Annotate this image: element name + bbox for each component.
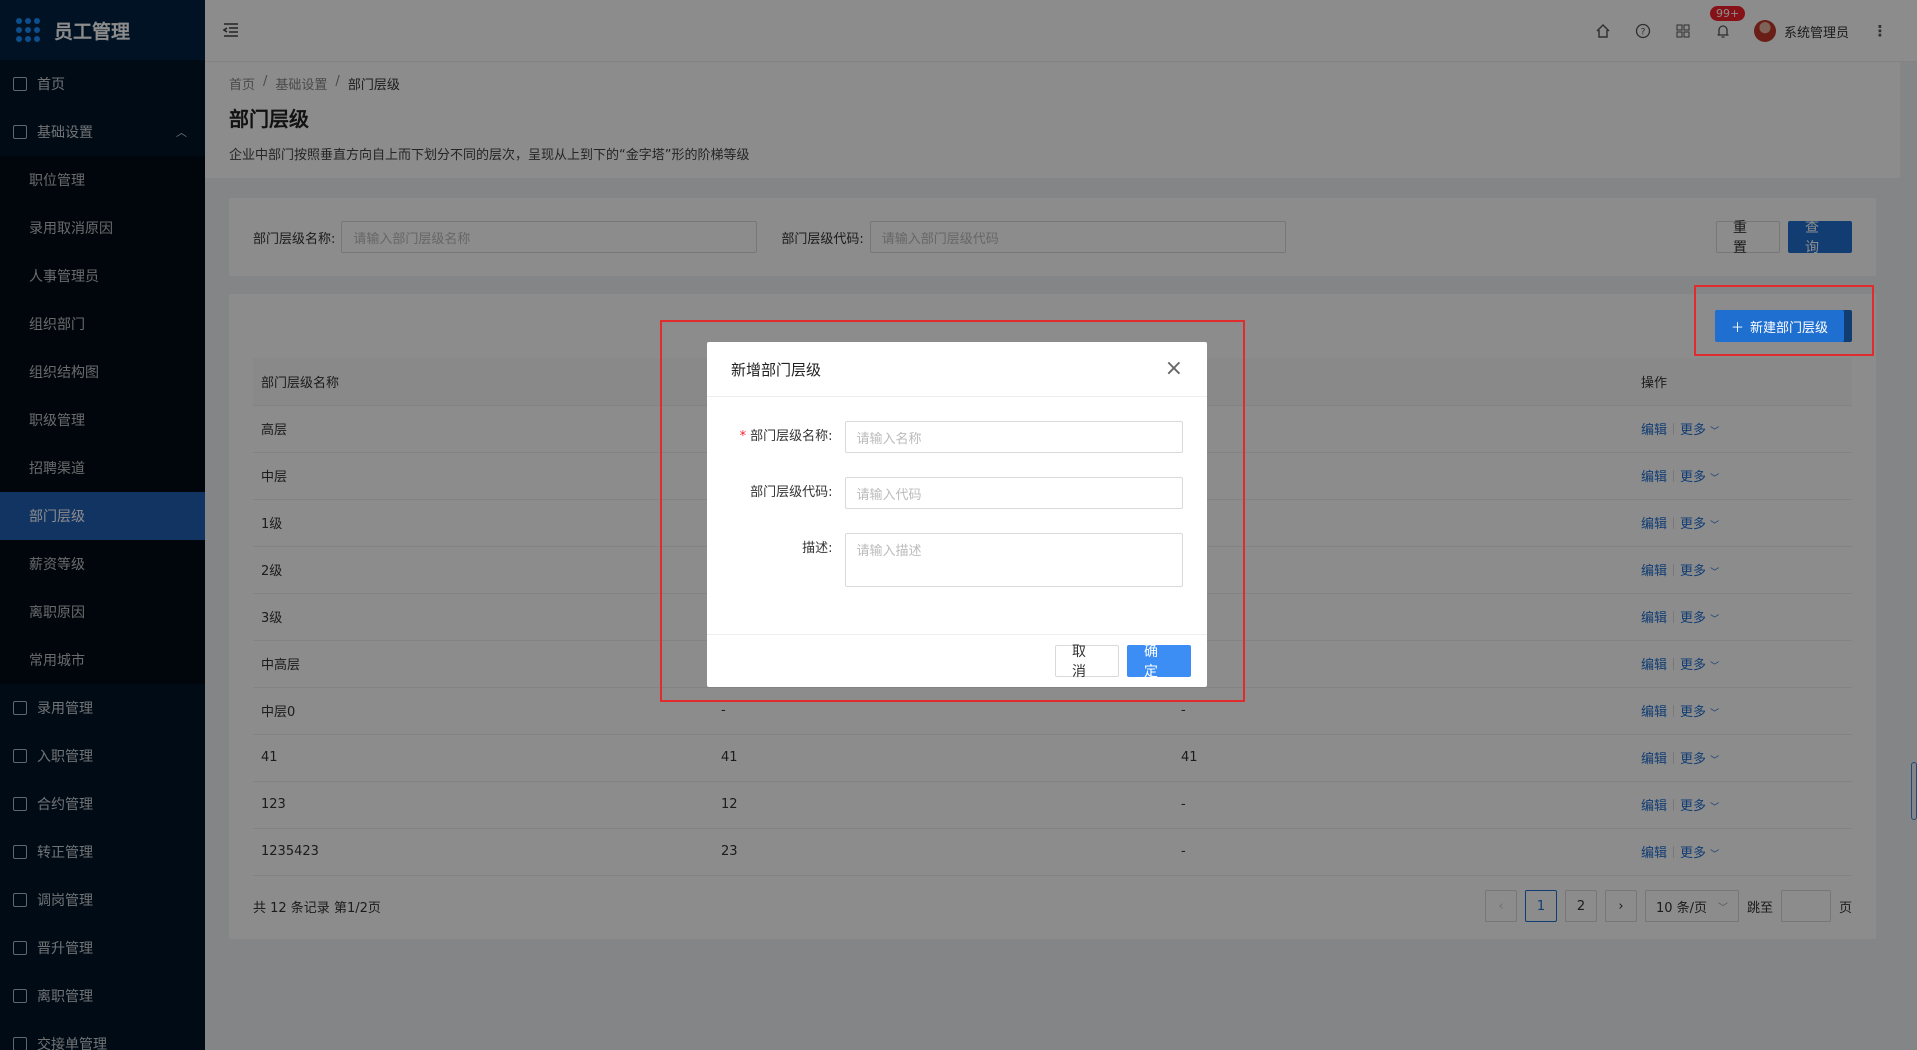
modal-header: 新增部门层级 × bbox=[707, 342, 1207, 397]
close-icon[interactable]: × bbox=[1165, 358, 1183, 380]
modal-footer: 取 消 确 定 bbox=[707, 634, 1207, 687]
new-level-modal: 新增部门层级 × * 部门层级名称: 请输入名称 部门层级代码: 请输入代码 描述… bbox=[707, 342, 1207, 687]
desc-label: 描述: bbox=[802, 541, 833, 556]
name-input[interactable]: 请输入名称 bbox=[844, 421, 1183, 453]
new-level-label: 新建部门层级 bbox=[1750, 320, 1829, 336]
plus-icon: ＋ bbox=[1731, 320, 1745, 336]
form-row-code: 部门层级代码: 请输入代码 bbox=[707, 477, 1207, 509]
code-label: 部门层级代码: bbox=[750, 485, 833, 500]
modal-title: 新增部门层级 bbox=[731, 360, 822, 379]
cancel-button[interactable]: 取 消 bbox=[1055, 644, 1119, 680]
form-row-desc: 描述: 请输入描述 bbox=[707, 533, 1207, 587]
desc-textarea[interactable]: 请输入描述 bbox=[844, 533, 1183, 587]
name-label: * 部门层级名称: bbox=[739, 429, 833, 444]
new-level-button-highlighted[interactable]: ＋ 新建部门层级 bbox=[1715, 310, 1845, 342]
ok-button[interactable]: 确 定 bbox=[1127, 644, 1191, 680]
code-input[interactable]: 请输入代码 bbox=[844, 477, 1183, 509]
form-row-name: * 部门层级名称: 请输入名称 bbox=[707, 421, 1207, 453]
